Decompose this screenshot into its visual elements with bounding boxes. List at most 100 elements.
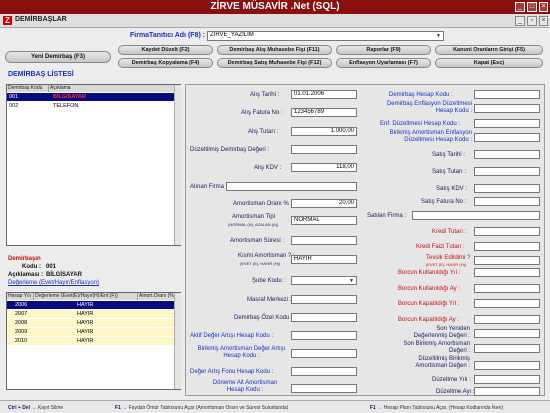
table-row[interactable]: 2010 HAYIR: [7, 337, 174, 345]
asset-value-increase-input[interactable]: [291, 331, 357, 340]
credit-interest-input[interactable]: [474, 242, 540, 251]
branch-code-label: Şube Kodu :: [252, 278, 286, 284]
maximize-icon[interactable]: □: [527, 2, 537, 12]
reports-button[interactable]: Raporlar (F9): [336, 45, 431, 55]
save-edit-button[interactable]: Kaydet Düzelt (F2): [118, 45, 213, 55]
depreciation-rate-label: Amortisman Oranı % :: [233, 201, 293, 207]
col-header-desc[interactable]: Açıklama: [49, 85, 175, 92]
purchase-vat-input[interactable]: 118,00: [291, 163, 357, 172]
last-revalued-input[interactable]: [474, 329, 540, 338]
debt-used-month-input[interactable]: [474, 284, 540, 293]
window-minimize-icon[interactable]: _: [515, 16, 525, 26]
row-code: 002: [9, 103, 19, 109]
purchase-amount-input[interactable]: 1.000,00: [291, 127, 357, 136]
valuation-link[interactable]: Değerleme (Evet/Hayır/Enflasyon): [8, 280, 99, 286]
list-scrollbar[interactable]: [174, 85, 181, 245]
new-asset-button[interactable]: Yeni Demirbaş (F3): [5, 51, 111, 63]
depreciation-rate-input[interactable]: 20,00: [291, 199, 357, 208]
hint-key: F1: [370, 405, 376, 411]
buyer-firm-input[interactable]: [412, 211, 540, 220]
special-code-label: Demirbaş Özel Kodu :: [234, 315, 293, 321]
table-row[interactable]: 002 TELEFON: [7, 102, 174, 110]
window-close-icon[interactable]: ×: [539, 16, 548, 26]
last-accum-input[interactable]: [474, 344, 540, 353]
inflation-account-input[interactable]: [474, 104, 540, 113]
value-fund-label: Değer Artış Fonu Hesap Kodu :: [190, 369, 274, 375]
accum-value-increase-input[interactable]: [291, 349, 357, 358]
purchase-vat-label: Alış KDV :: [254, 165, 282, 171]
seller-firm-label: Alınan Firma :: [190, 184, 228, 190]
table-row[interactable]: 2009 HAYIR: [7, 328, 174, 336]
sale-date-input[interactable]: [474, 150, 540, 159]
app-logo: Z: [3, 16, 12, 25]
col-header-year[interactable]: Hesap Yılı: [7, 293, 34, 300]
partial-depreciation-input[interactable]: HAYIR: [291, 255, 357, 264]
credit-interest-label: Kredi Faizi Tutarı :: [416, 244, 465, 250]
period-depreciation-input[interactable]: [291, 384, 357, 393]
accum-value-increase-label: Birikmiş Amortisman Değer Artışı Hesap K…: [197, 346, 286, 359]
purchase-voucher-button[interactable]: Demirbaş Alış Muhasebe Fişi (F11): [217, 45, 332, 55]
copy-asset-button[interactable]: Demirbaş Kopyalama (F4): [118, 58, 213, 68]
branch-code-select[interactable]: [291, 276, 357, 285]
sale-invoice-input[interactable]: [474, 197, 540, 206]
purchase-invoice-input[interactable]: 123456789: [291, 108, 357, 117]
col-header-valuation[interactable]: Değerleme (Evet(E)/Hayır(H)/Enf.(F)): [34, 293, 138, 300]
asset-list-table[interactable]: Demirbaş Kodu Açıklama 001 BİLGİSAYAR 00…: [6, 84, 181, 246]
adjustment-month-input[interactable]: [474, 387, 540, 396]
table-row[interactable]: 001 BİLGİSAYAR: [7, 93, 174, 101]
cost-center-input[interactable]: [291, 295, 357, 304]
close-button[interactable]: Kapat (Esc): [435, 58, 543, 68]
purchase-amount-label: Alış Tutarı :: [248, 129, 279, 135]
sales-voucher-button[interactable]: Demirbaş Satış Muhasebe Fişi (F12): [217, 58, 332, 68]
seller-firm-input[interactable]: [226, 182, 357, 191]
inflation-adj-input[interactable]: [474, 119, 540, 128]
depreciation-period-input[interactable]: [291, 236, 357, 245]
purchase-date-label: Alış Tarihi :: [250, 92, 280, 98]
special-code-input[interactable]: [291, 313, 357, 322]
debt-used-year-input[interactable]: [474, 268, 540, 277]
value-fund-input[interactable]: [291, 367, 357, 376]
chevron-down-icon[interactable]: ▼: [349, 278, 354, 284]
credit-amount-input[interactable]: [474, 227, 540, 236]
debt-used-month-label: Borcun Kullanıldığı Ay :: [398, 286, 460, 292]
legal-rates-button[interactable]: Kanuni Oranların Girişi (F5): [435, 45, 543, 55]
adjusted-value-label: Düzeltilmiş Demirbaş Değeri :: [190, 147, 270, 153]
inflation-button[interactable]: Enflasyon Uyarlaması (F7): [336, 58, 431, 68]
col-header-rate[interactable]: Amort.Oranı (%): [138, 293, 175, 300]
sale-vat-input[interactable]: [474, 184, 540, 193]
adjusted-value-input[interactable]: [291, 145, 357, 154]
depreciation-type-input[interactable]: NORMAL: [291, 216, 357, 225]
table-row[interactable]: 2007 HAYIR: [7, 310, 174, 318]
table-row[interactable]: 2006 HAYIR: [7, 301, 174, 309]
accum-inflation-input[interactable]: [474, 133, 540, 142]
period-depreciation-label: Döneme Ait Amortisman Hesap Kodu :: [212, 380, 278, 393]
window-restore-icon[interactable]: ▫: [527, 16, 537, 26]
year-table[interactable]: Hesap Yılı Değerleme (Evet(E)/Hayır(H)/E…: [6, 292, 181, 390]
minimize-icon[interactable]: _: [515, 2, 525, 12]
row-code: 001: [9, 94, 19, 100]
tevsik-input[interactable]: [474, 256, 540, 265]
sale-vat-label: Satış KDV :: [436, 186, 468, 192]
close-icon[interactable]: ×: [539, 2, 548, 12]
row-valuation: HAYIR: [77, 338, 94, 344]
cost-center-label: Masraf Merkezi :: [247, 297, 292, 303]
debt-closed-year-input[interactable]: [474, 299, 540, 308]
debt-closed-year-label: Borcun Kapatıldığı Yıl :: [398, 301, 460, 307]
asset-account-input[interactable]: [474, 90, 540, 99]
sale-amount-input[interactable]: [474, 167, 540, 176]
chevron-down-icon[interactable]: ▼: [436, 33, 441, 39]
inflation-account-label: Demirbaş Enflasyon Düzeltmesi Hesap Kodu…: [386, 101, 472, 114]
firma-select[interactable]: ZIRVE_YAZILIM: [207, 31, 444, 41]
debt-closed-month-label: Borcun Kapatıldığı Ay :: [398, 317, 459, 323]
table-row[interactable]: 2008 HAYIR: [7, 319, 174, 327]
window-title-bar: [0, 14, 550, 28]
col-header-code[interactable]: Demirbaş Kodu: [7, 85, 49, 92]
sale-date-label: Satış Tarihi :: [432, 152, 465, 158]
adjusted-accum-input[interactable]: [474, 361, 540, 370]
purchase-date-input[interactable]: 01.01.2006: [291, 90, 357, 99]
accum-inflation-label: Birikmiş Amortisman Enflasyon Düzeltmesi…: [389, 130, 472, 143]
adjustment-year-input[interactable]: [474, 375, 540, 384]
year-scrollbar[interactable]: [174, 293, 181, 389]
adjustment-month-label: Düzeltme Ayı :: [436, 389, 475, 395]
debt-closed-month-input[interactable]: [474, 315, 540, 324]
